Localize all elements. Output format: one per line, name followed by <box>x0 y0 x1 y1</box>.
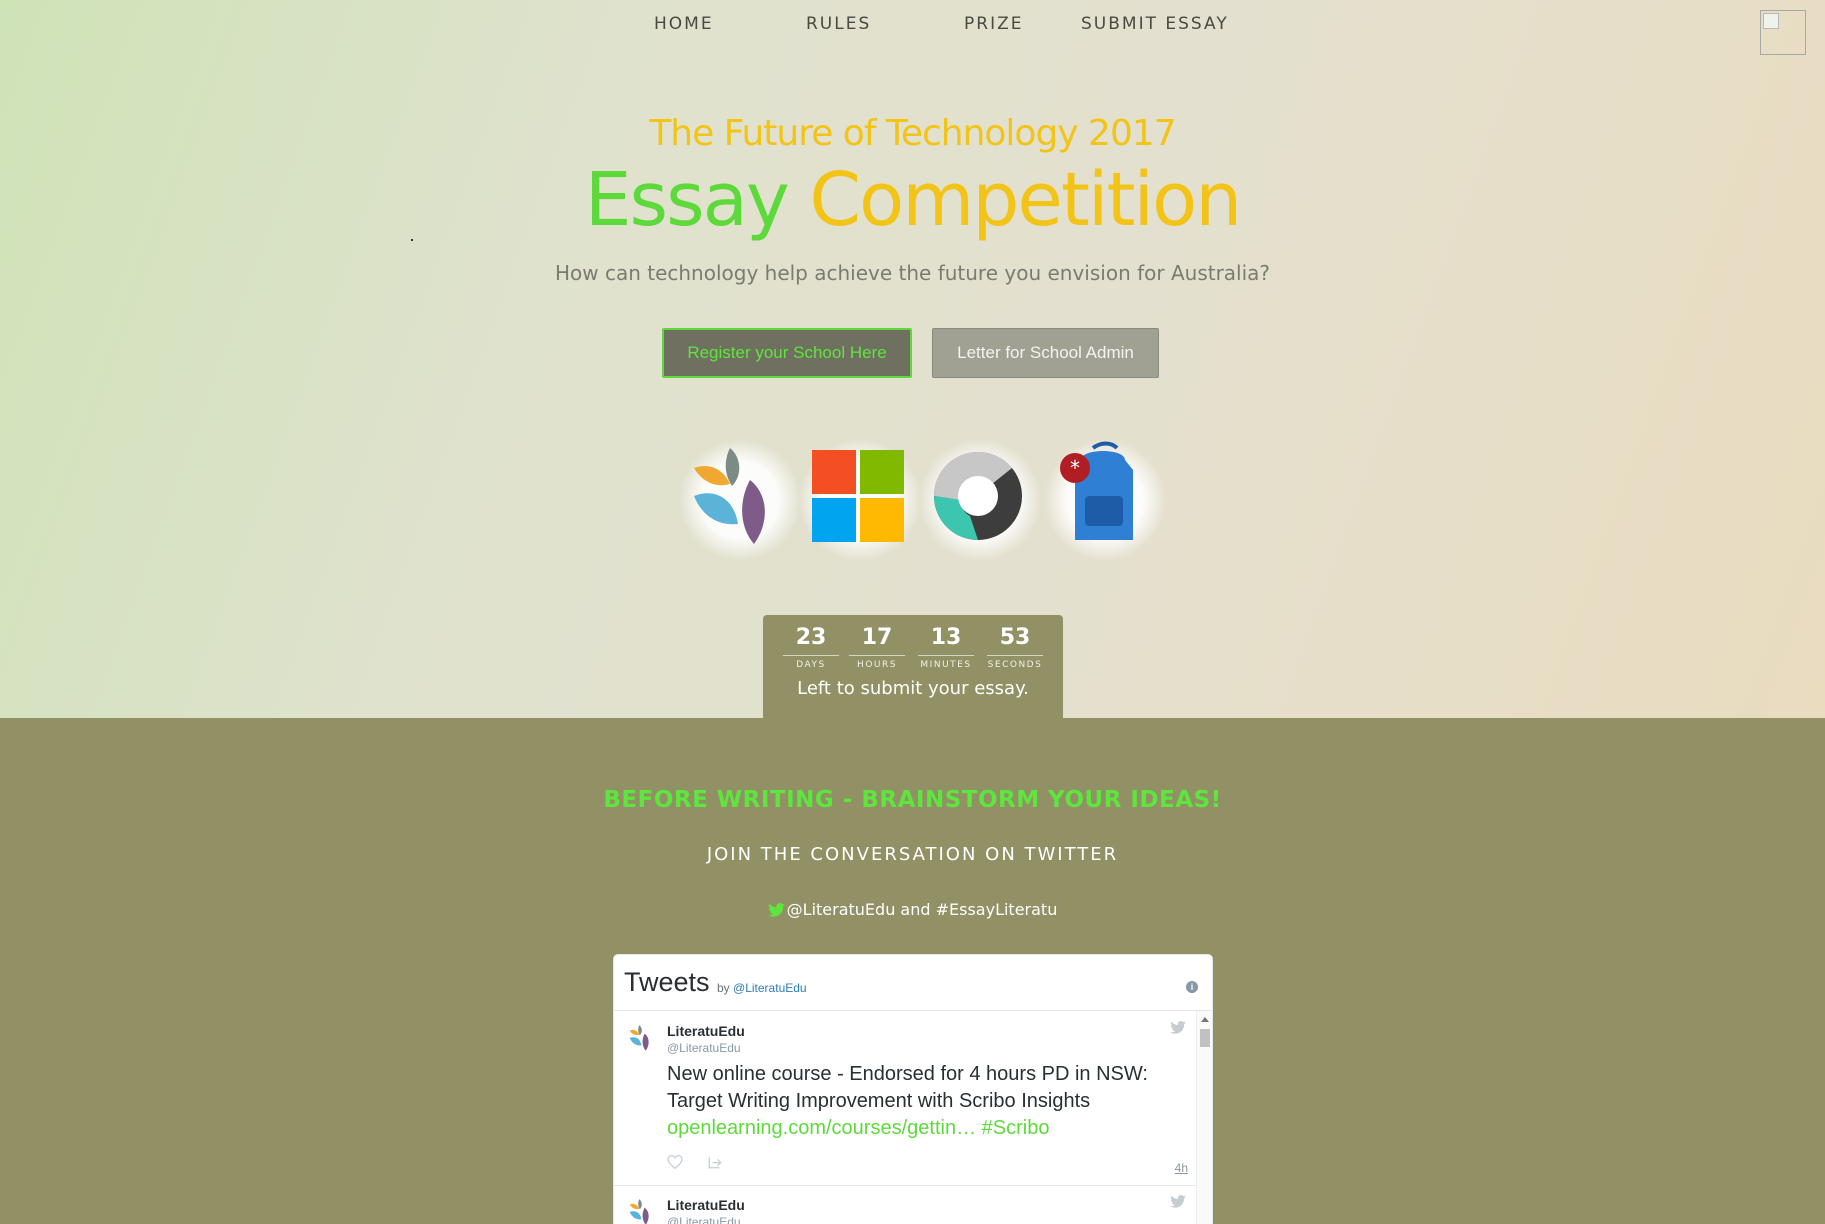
avatar[interactable] <box>626 1197 658 1224</box>
title-word-essay: Essay <box>584 157 790 243</box>
twitter-subheading: JOIN THE CONVERSATION ON TWITTER <box>706 844 1119 865</box>
broken-image-icon[interactable] <box>1760 10 1806 55</box>
countdown-hours: 17 HOURS <box>849 623 905 670</box>
nav-home[interactable]: HOME <box>654 14 714 34</box>
tweets-by-prefix: by <box>717 981 730 995</box>
competition-subtitle: The Future of Technology 2017 <box>649 113 1176 154</box>
tweets-widget: Tweets by @LiteratuEdu i LiteratuEdu @Li… <box>613 954 1213 1224</box>
avatar[interactable] <box>626 1023 658 1055</box>
title-word-competition: Competition <box>809 157 1242 243</box>
literatu-leaf-logo[interactable] <box>680 440 800 560</box>
page-title: Essay Competition <box>0 154 1825 246</box>
info-icon[interactable]: i <box>1186 981 1198 993</box>
countdown-caption: Left to submit your essay. <box>797 678 1029 699</box>
countdown-seconds: 53 SECONDS <box>987 625 1043 670</box>
share-icon[interactable] <box>707 1156 723 1173</box>
tweets-by-line: by @LiteratuEdu <box>717 981 807 995</box>
nav-prize[interactable]: PRIZE <box>964 14 1023 34</box>
twitter-handle-text[interactable]: @LiteratuEdu and #EssayLiteratu <box>787 900 1058 919</box>
tweet-author-handle[interactable]: @LiteratuEdu <box>667 1041 741 1055</box>
microsoft-windows-logo[interactable] <box>800 440 920 560</box>
tweet-body: New online course - Endorsed for 4 hours… <box>667 1063 1148 1112</box>
heart-icon[interactable] <box>667 1154 687 1173</box>
countdown-days: 23 DAYS <box>783 623 839 670</box>
tweets-scrollbar[interactable] <box>1196 1011 1212 1224</box>
twitter-bird-icon[interactable] <box>1170 1195 1186 1213</box>
countdown-minutes: 13 MINUTES <box>918 623 974 670</box>
brainstorm-heading: BEFORE WRITING - BRAINSTORM YOUR IDEAS! <box>603 787 1222 813</box>
tweets-widget-header: Tweets by @LiteratuEdu i <box>614 955 1212 1011</box>
register-school-button[interactable]: Register your School Here <box>662 328 912 378</box>
tweet-author-name[interactable]: LiteratuEdu <box>667 1197 745 1213</box>
tweet-text: New online course - Endorsed for 4 hours… <box>667 1061 1187 1142</box>
backpack-logo[interactable]: * <box>1045 440 1165 560</box>
ring-swirl-logo[interactable] <box>920 440 1040 560</box>
tweets-title: Tweets <box>624 967 710 997</box>
tweet-link[interactable]: openlearning.com/courses/gettin… <box>667 1117 976 1139</box>
tweet-item[interactable]: LiteratuEdu @LiteratuEdu <box>614 1187 1198 1224</box>
tweet-item[interactable]: LiteratuEdu @LiteratuEdu New online cour… <box>614 1011 1198 1186</box>
tweets-by-handle-link[interactable]: @LiteratuEdu <box>733 981 807 995</box>
top-nav: HOME RULES PRIZE SUBMIT ESSAY <box>0 14 1825 40</box>
twitter-handle-line: @LiteratuEdu and #EssayLiteratu <box>0 900 1825 921</box>
tweet-timestamp[interactable]: 4h <box>1175 1161 1188 1175</box>
countdown-timer: 23 DAYS 17 HOURS 13 MINUTES 53 SECONDS L… <box>763 615 1063 718</box>
essay-question: How can technology help achieve the futu… <box>554 261 1271 285</box>
letter-school-admin-button[interactable]: Letter for School Admin <box>932 328 1159 378</box>
tweet-actions <box>667 1154 723 1174</box>
sponsor-logos: * <box>680 440 1170 570</box>
scrollbar-thumb[interactable] <box>1200 1029 1210 1047</box>
nav-rules[interactable]: RULES <box>806 14 871 34</box>
hero-section: HOME RULES PRIZE SUBMIT ESSAY The Future… <box>0 0 1825 718</box>
tweet-author-name[interactable]: LiteratuEdu <box>667 1023 745 1039</box>
svg-text:*: * <box>1070 456 1080 480</box>
scroll-up-arrow-icon[interactable] <box>1201 1017 1209 1022</box>
twitter-bird-icon <box>767 902 785 921</box>
twitter-bird-icon[interactable] <box>1170 1021 1186 1039</box>
nav-submit-essay[interactable]: SUBMIT ESSAY <box>1081 14 1229 34</box>
tweet-author-handle[interactable]: @LiteratuEdu <box>667 1215 741 1224</box>
tweet-hashtag[interactable]: #Scribo <box>982 1117 1050 1139</box>
